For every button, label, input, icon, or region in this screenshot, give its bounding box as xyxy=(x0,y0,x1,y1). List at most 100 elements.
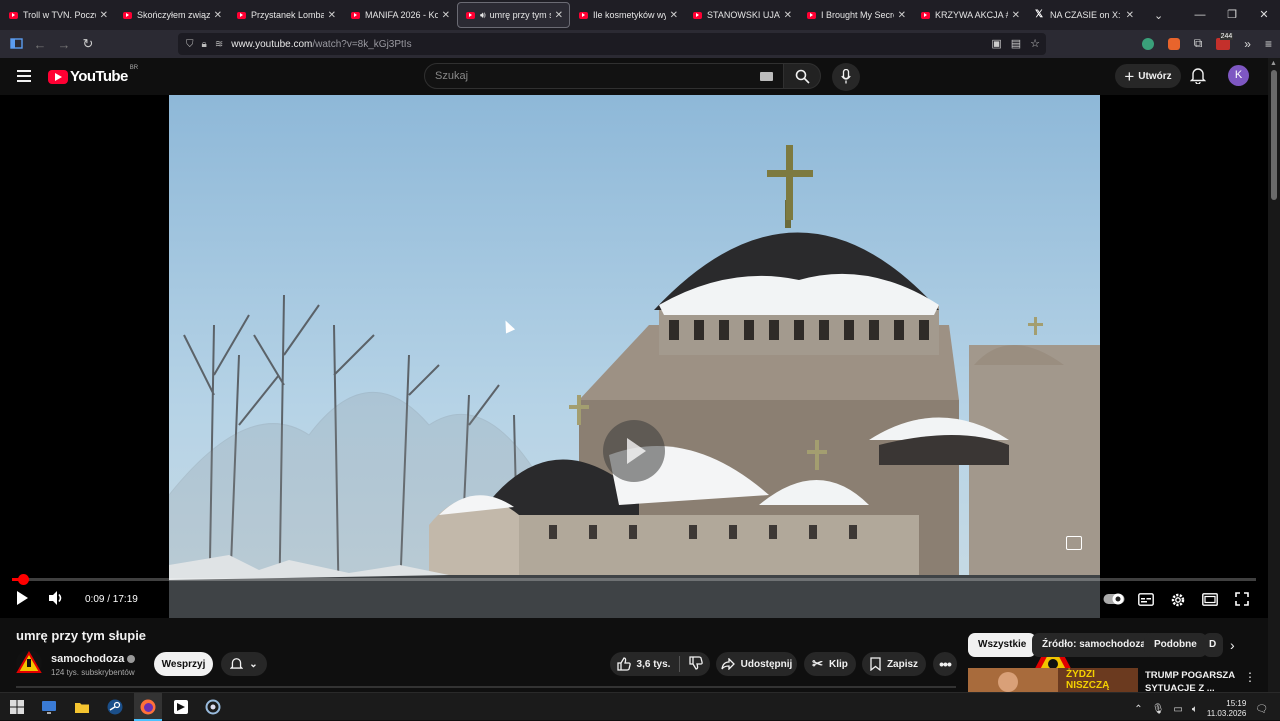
support-button[interactable]: Wesprzyj xyxy=(154,652,213,676)
like-button[interactable]: 3,6 tys. xyxy=(616,657,670,671)
extensions-puzzle-icon[interactable]: ⧉ xyxy=(1194,36,1203,51)
search-input[interactable]: Szukaj xyxy=(424,63,784,89)
microphone-tray-icon[interactable]: 🎙︎ xyxy=(1152,704,1165,715)
settings-button[interactable] xyxy=(1170,592,1186,612)
theater-mode-button[interactable] xyxy=(1202,593,1218,613)
windows-start-icon[interactable] xyxy=(8,698,26,716)
create-button[interactable]: + Utwórz xyxy=(1115,64,1181,88)
picture-in-picture-icon[interactable]: ▣ xyxy=(991,37,1001,50)
extension-shield-icon[interactable] xyxy=(1141,37,1154,50)
clip-button[interactable]: ✂ Klip xyxy=(804,652,856,676)
restore-icon[interactable]: ❐ xyxy=(1216,0,1248,30)
chevron-down-icon: ⌄ xyxy=(249,658,258,670)
channel-avatar[interactable] xyxy=(16,650,42,676)
browser-tab[interactable]: Skończyłem związek. ✕ xyxy=(115,3,228,27)
tab-close-icon[interactable]: ✕ xyxy=(898,10,906,21)
clock[interactable]: 15:19 11.03.2026 xyxy=(1207,699,1246,719)
channel-name[interactable]: samochodoza xyxy=(51,653,136,665)
volume-button[interactable] xyxy=(48,590,65,610)
bookmark-star-icon[interactable]: ☆ xyxy=(1030,37,1040,50)
save-button[interactable]: Zapisz xyxy=(862,652,926,676)
browser-tab[interactable]: Przystanek Lombard ✕ xyxy=(229,3,342,27)
more-actions-button[interactable]: ••• xyxy=(933,652,957,676)
autoplay-toggle[interactable] xyxy=(1103,592,1125,612)
browser-tab[interactable]: 🔊︎ umrę przy tym sł ✕ xyxy=(457,2,570,28)
overflow-chevron-icon[interactable]: » xyxy=(1244,37,1251,51)
forward-icon[interactable]: → xyxy=(52,37,76,52)
tab-close-icon[interactable]: ✕ xyxy=(100,10,108,21)
dislike-button[interactable] xyxy=(689,655,704,673)
permissions-icon[interactable]: ≋ xyxy=(215,39,223,50)
related-video-thumbnail[interactable]: ŻYDZI NISZCZĄ YOUTUBERA? xyxy=(968,668,1138,692)
menu-hamburger-icon[interactable]: ≡ xyxy=(1265,37,1272,51)
url-bar[interactable]: ⛉ 🔒︎ ≋ www.youtube.com/watch?v=8k_kGj3Pt… xyxy=(178,33,1046,55)
chip-source[interactable]: Źródło: samochodoza xyxy=(1032,633,1156,657)
page-scrollbar[interactable]: ▲ ▼ xyxy=(1268,58,1280,700)
share-button[interactable]: Udostępnij xyxy=(716,652,797,676)
shield-icon[interactable]: ⛉ xyxy=(186,39,194,50)
tab-close-icon[interactable]: ✕ xyxy=(784,10,792,21)
related-more-icon[interactable]: ⋮ xyxy=(1244,670,1256,684)
video-frame[interactable] xyxy=(169,95,1100,618)
miniplayer-icon[interactable] xyxy=(1066,536,1082,550)
back-icon[interactable]: ← xyxy=(28,37,52,52)
play-button[interactable] xyxy=(15,590,29,610)
subtitles-button[interactable] xyxy=(1138,593,1154,613)
tab-title: I Brought My Secret xyxy=(821,10,894,20)
account-avatar[interactable]: K xyxy=(1228,65,1249,86)
file-explorer-icon[interactable] xyxy=(73,698,91,716)
chip-related[interactable]: Podobne xyxy=(1144,633,1207,657)
firefox-icon[interactable] xyxy=(139,698,157,716)
keyboard-icon[interactable] xyxy=(760,72,773,81)
minimize-icon[interactable]: — xyxy=(1184,0,1216,30)
extension-fox-icon[interactable] xyxy=(1167,37,1180,50)
utility-app-icon[interactable] xyxy=(204,698,222,716)
lock-icon[interactable]: 🔒︎ xyxy=(202,39,207,50)
tab-close-icon[interactable]: ✕ xyxy=(1126,10,1134,21)
guide-menu-icon[interactable] xyxy=(17,70,31,85)
tab-audio-icon[interactable]: 🔊︎ xyxy=(480,10,486,21)
tab-title: Skończyłem związek. xyxy=(137,10,210,20)
browser-tab[interactable]: Ile kosmetyków wyst ✕ xyxy=(571,3,684,27)
browser-tab[interactable]: Troll w TVN. Poczwórn ✕ xyxy=(1,3,114,27)
video-player[interactable] xyxy=(0,95,1268,703)
tab-close-icon[interactable]: ✕ xyxy=(442,10,450,21)
tab-close-icon[interactable]: ✕ xyxy=(670,10,678,21)
subscription-bell-button[interactable]: ⌄ xyxy=(221,652,267,676)
tab-list-chevron-icon[interactable]: ⌄ xyxy=(1154,9,1163,22)
capcut-icon[interactable] xyxy=(172,698,190,716)
steam-icon[interactable] xyxy=(106,698,124,716)
chip-all[interactable]: Wszystkie xyxy=(968,633,1037,657)
close-window-icon[interactable]: ✕ xyxy=(1248,0,1280,30)
progress-bar[interactable] xyxy=(12,574,1256,585)
voice-search-button[interactable] xyxy=(832,63,860,91)
tab-close-icon[interactable]: ✕ xyxy=(555,10,563,21)
reader-view-icon[interactable]: ▤ xyxy=(1011,37,1021,50)
search-button[interactable] xyxy=(783,63,821,89)
browser-tab[interactable]: I Brought My Secret ✕ xyxy=(799,3,912,27)
browser-tab[interactable]: 𝕏 NA CZASIE on X: " ✕ xyxy=(1027,3,1140,27)
youtube-logo[interactable]: YouTube BR xyxy=(48,65,138,85)
fullscreen-button[interactable] xyxy=(1235,592,1249,612)
tab-close-icon[interactable]: ✕ xyxy=(214,10,222,21)
chip-more[interactable]: D xyxy=(1203,633,1223,657)
tray-overflow-chevron-icon[interactable]: ⌃ xyxy=(1134,704,1142,715)
volume-tray-icon[interactable]: 🔈︎ xyxy=(1192,704,1198,715)
monitor-app-icon[interactable] xyxy=(40,698,58,716)
browser-tab[interactable]: MANIFA 2026 - Kobie ✕ xyxy=(343,3,456,27)
tab-close-icon[interactable]: ✕ xyxy=(1012,10,1020,21)
sidebar-toggle-icon[interactable] xyxy=(4,37,28,52)
tab-close-icon[interactable]: ✕ xyxy=(328,10,336,21)
notifications-icon[interactable]: 🗨︎ xyxy=(1255,704,1268,715)
extension-badge-icon[interactable]: 244 xyxy=(1216,32,1234,50)
network-icon[interactable]: ▭ xyxy=(1173,704,1182,715)
large-play-button[interactable] xyxy=(603,420,665,482)
scroll-up-icon[interactable]: ▲ xyxy=(1270,60,1277,67)
browser-tab[interactable]: STANOWSKI UJAWNI ✕ xyxy=(685,3,798,27)
browser-tab[interactable]: KRZYWA AKCJA #9 - ✕ xyxy=(913,3,1026,27)
reload-icon[interactable]: ↻ xyxy=(76,36,100,52)
notifications-bell-icon[interactable] xyxy=(1189,67,1207,89)
scrollbar-thumb[interactable] xyxy=(1271,70,1277,200)
browser-nav-bar: ← → ↻ ⛉ 🔒︎ ≋ www.youtube.com/watch?v=8k_… xyxy=(0,30,1280,58)
chips-next-chevron-icon[interactable]: › xyxy=(1230,637,1235,653)
